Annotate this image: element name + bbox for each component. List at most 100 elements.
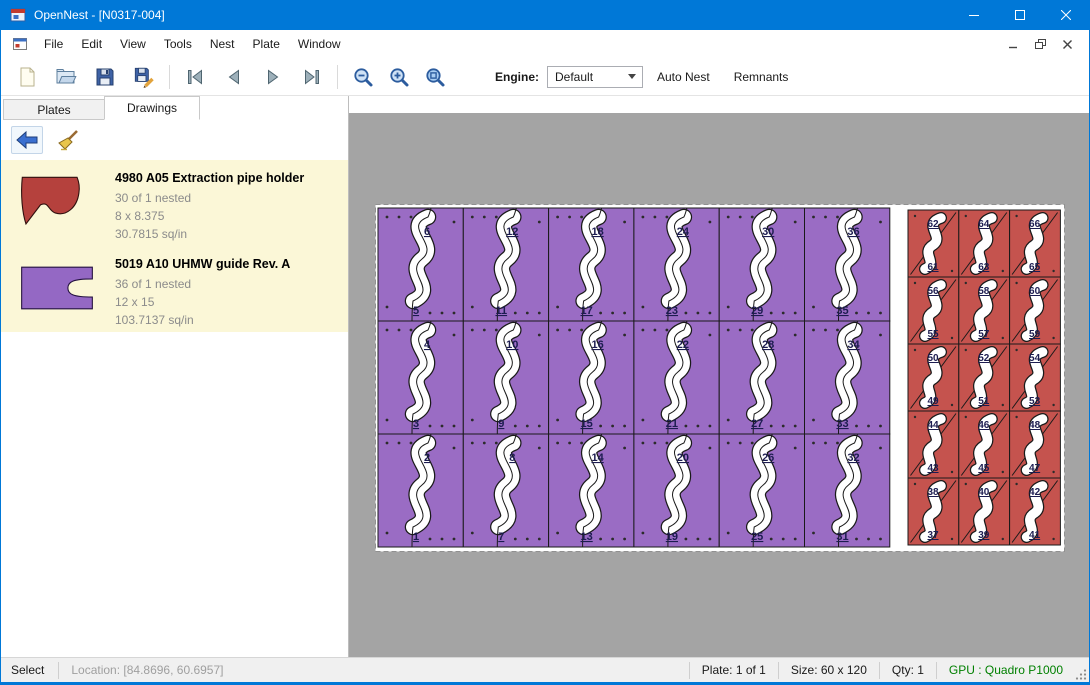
nest-cell-purple[interactable]: 2423	[634, 208, 719, 321]
part-number: 40	[978, 487, 990, 498]
part-number: 27	[751, 418, 763, 430]
sidebar-tabstrip: Plates Drawings	[1, 96, 348, 120]
part-number: 24	[677, 226, 690, 238]
mdi-restore-button[interactable]	[1028, 33, 1052, 55]
part-number: 26	[762, 452, 774, 464]
next-arrow-icon	[261, 65, 285, 89]
zoom-out-button[interactable]	[347, 62, 379, 92]
nest-cell-red[interactable]: 3837	[908, 478, 959, 545]
zoom-in-button[interactable]	[383, 62, 415, 92]
part-number: 60	[1029, 286, 1041, 297]
menu-edit[interactable]: Edit	[72, 32, 111, 56]
part-number: 20	[677, 452, 689, 464]
nest-cell-red[interactable]: 6059	[1010, 277, 1061, 344]
part-number: 12	[506, 226, 518, 238]
nest-cell-purple[interactable]: 3231	[805, 434, 890, 547]
plate-svg-host[interactable]: 6512111817242330293635431091615222128273…	[375, 204, 1065, 552]
nest-cell-purple[interactable]: 87	[463, 434, 548, 547]
mdi-system-icon[interactable]	[12, 36, 28, 52]
nest-cell-purple[interactable]: 109	[463, 321, 548, 434]
drawing-thumb-path	[22, 177, 80, 224]
import-drawing-button[interactable]	[11, 126, 43, 154]
resize-grip[interactable]	[1075, 658, 1089, 682]
nest-cell-red[interactable]: 5857	[959, 277, 1010, 344]
auto-nest-button[interactable]: Auto Nest	[647, 62, 720, 92]
nest-cell-red[interactable]: 4645	[959, 411, 1010, 478]
status-mode: Select	[1, 663, 58, 677]
tab-drawings[interactable]: Drawings	[104, 96, 200, 120]
mdi-minimize-button[interactable]	[1001, 33, 1025, 55]
broom-icon	[55, 128, 81, 152]
mdi-close-button[interactable]	[1055, 33, 1079, 55]
part-number: 16	[591, 339, 603, 351]
nest-cell-red[interactable]: 4443	[908, 411, 959, 478]
menu-nest[interactable]: Nest	[201, 32, 244, 56]
nest-cell-purple[interactable]: 43	[378, 321, 463, 434]
nest-cell-purple[interactable]: 21	[378, 434, 463, 547]
nest-cell-purple[interactable]: 65	[378, 208, 463, 321]
menu-view[interactable]: View	[111, 32, 155, 56]
list-item[interactable]: 4980 A05 Extraction pipe holder 30 of 1 …	[1, 160, 348, 246]
nest-cell-purple[interactable]: 1413	[549, 434, 634, 547]
new-button[interactable]	[11, 62, 43, 92]
mdi-restore-icon	[1034, 38, 1047, 51]
nest-cell-purple[interactable]: 1615	[549, 321, 634, 434]
last-plate-button[interactable]	[296, 62, 328, 92]
first-arrow-icon	[183, 65, 207, 89]
menu-file[interactable]: File	[35, 32, 72, 56]
nest-cell-purple[interactable]: 3635	[805, 208, 890, 321]
part-number: 62	[927, 219, 939, 230]
minimize-button[interactable]	[951, 0, 997, 30]
nest-cell-red[interactable]: 6463	[959, 210, 1010, 277]
nest-cell-red[interactable]: 6261	[908, 210, 959, 277]
nest-cell-purple[interactable]: 2827	[719, 321, 804, 434]
part-number: 58	[978, 286, 990, 297]
part-number: 6	[424, 226, 430, 238]
tab-plates[interactable]: Plates	[3, 99, 105, 120]
status-plate: Plate: 1 of 1	[690, 663, 778, 677]
close-button[interactable]	[1043, 0, 1089, 30]
nest-cell-red[interactable]: 5049	[908, 344, 959, 411]
nest-cell-purple[interactable]: 1817	[549, 208, 634, 321]
toolbar-separator	[169, 65, 170, 89]
prev-arrow-icon	[222, 65, 246, 89]
part-number: 42	[1029, 487, 1041, 498]
nest-cell-red[interactable]: 4039	[959, 478, 1010, 545]
nest-cell-red[interactable]: 4241	[1010, 478, 1061, 545]
list-item[interactable]: 5019 A10 UHMW guide Rev. A 36 of 1 neste…	[1, 246, 348, 332]
first-plate-button[interactable]	[179, 62, 211, 92]
nest-cell-purple[interactable]: 3029	[719, 208, 804, 321]
open-folder-icon	[54, 65, 78, 89]
open-button[interactable]	[50, 62, 82, 92]
menu-tools[interactable]: Tools	[155, 32, 201, 56]
part-number: 4	[424, 339, 431, 351]
nest-cell-red[interactable]: 5251	[959, 344, 1010, 411]
zoom-fit-button[interactable]	[419, 62, 451, 92]
clear-drawings-button[interactable]	[52, 126, 84, 154]
part-number: 5	[413, 305, 419, 317]
drawing-area: 30.7815 sq/in	[115, 225, 304, 243]
part-number: 64	[978, 219, 990, 230]
save-button[interactable]	[89, 62, 121, 92]
nest-cell-purple[interactable]: 2221	[634, 321, 719, 434]
nest-canvas[interactable]: 6512111817242330293635431091615222128273…	[349, 96, 1089, 657]
nest-cell-purple[interactable]: 2625	[719, 434, 804, 547]
nest-cell-red[interactable]: 6665	[1010, 210, 1061, 277]
zoom-in-icon	[387, 65, 411, 89]
part-number: 52	[978, 353, 990, 364]
nest-cell-purple[interactable]: 1211	[463, 208, 548, 321]
engine-select[interactable]: Default	[547, 66, 643, 88]
nest-cell-red[interactable]: 5655	[908, 277, 959, 344]
nest-cell-red[interactable]: 5453	[1010, 344, 1061, 411]
maximize-button[interactable]	[997, 0, 1043, 30]
nest-cell-red[interactable]: 4847	[1010, 411, 1061, 478]
remnants-button[interactable]: Remnants	[724, 62, 799, 92]
next-plate-button[interactable]	[257, 62, 289, 92]
save-as-button[interactable]	[128, 62, 160, 92]
menu-plate[interactable]: Plate	[244, 32, 289, 56]
prev-plate-button[interactable]	[218, 62, 250, 92]
menu-window[interactable]: Window	[289, 32, 350, 56]
app-icon	[10, 7, 26, 23]
nest-cell-purple[interactable]: 3433	[805, 321, 890, 434]
nest-cell-purple[interactable]: 2019	[634, 434, 719, 547]
